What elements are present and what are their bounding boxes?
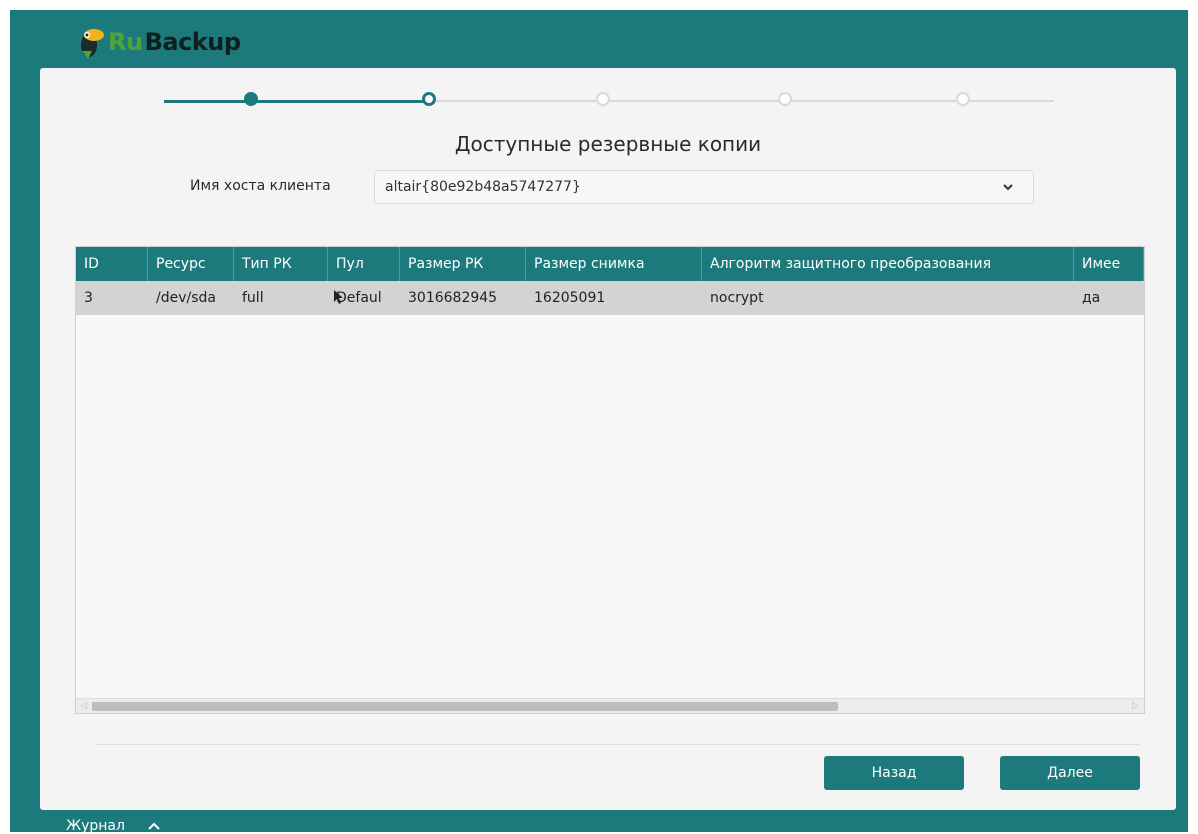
cell-type: full [242,290,264,306]
table-row[interactable]: 3 /dev/sda full Defaul 3016682945 162050… [76,281,1144,315]
column-header-pool[interactable]: Пул [328,247,400,281]
page-title: Доступные резервные копии [454,132,762,156]
step-4-dot [778,92,792,106]
table-header: ID Ресурс Тип РК Пул Размер РК Размер сн… [76,247,1144,281]
column-header-snapshot-size[interactable]: Размер снимка [526,247,702,281]
cell-id: 3 [84,290,93,306]
wizard-stepper [164,90,1054,114]
step-1-dot [244,92,258,106]
stepper-line-done [164,100,429,103]
step-2-dot [422,92,436,106]
host-select[interactable]: altair{80e92b48a5747277} [374,170,1034,204]
toucan-logo-icon [81,29,104,59]
next-button[interactable]: Далее [1000,756,1140,790]
scroll-left-icon[interactable]: ◁ [80,701,88,711]
cell-size: 3016682945 [408,290,498,306]
cell-algorithm: nocrypt [710,290,764,306]
chevron-down-icon [1003,184,1013,191]
cell-resource: /dev/sda [156,290,216,306]
column-header-algorithm[interactable]: Алгоритм защитного преобразования [702,247,1074,281]
column-header-size[interactable]: Размер РК [400,247,526,281]
backups-table: ID Ресурс Тип РК Пул Размер РК Размер сн… [75,246,1145,714]
horizontal-scrollbar[interactable]: ◁ ▷ [76,698,1144,713]
cell-snapshot-size: 16205091 [534,290,606,306]
footer-divider [96,744,1140,745]
cell-has: да [1082,290,1101,306]
column-header-has[interactable]: Имее [1074,247,1144,281]
column-header-id[interactable]: ID [76,247,148,281]
scroll-right-icon[interactable]: ▷ [1132,701,1140,711]
column-header-resource[interactable]: Ресурс [148,247,234,281]
brand-ru-text: Ru [108,28,143,56]
step-3-dot [596,92,610,106]
wizard-panel: Доступные резервные копии Имя хоста клие… [40,68,1176,810]
host-label: Имя хоста клиента [190,178,331,194]
back-button[interactable]: Назад [824,756,964,790]
chevron-up-icon [148,822,160,830]
rubackup-logo: Ru Backup [76,24,241,60]
scrollbar-thumb[interactable] [92,702,838,711]
host-select-value: altair{80e92b48a5747277} [385,179,581,195]
brand-backup-text: Backup [144,28,241,56]
step-5-dot [956,92,970,106]
column-header-type[interactable]: Тип РК [234,247,328,281]
mouse-pointer-icon [334,290,343,304]
